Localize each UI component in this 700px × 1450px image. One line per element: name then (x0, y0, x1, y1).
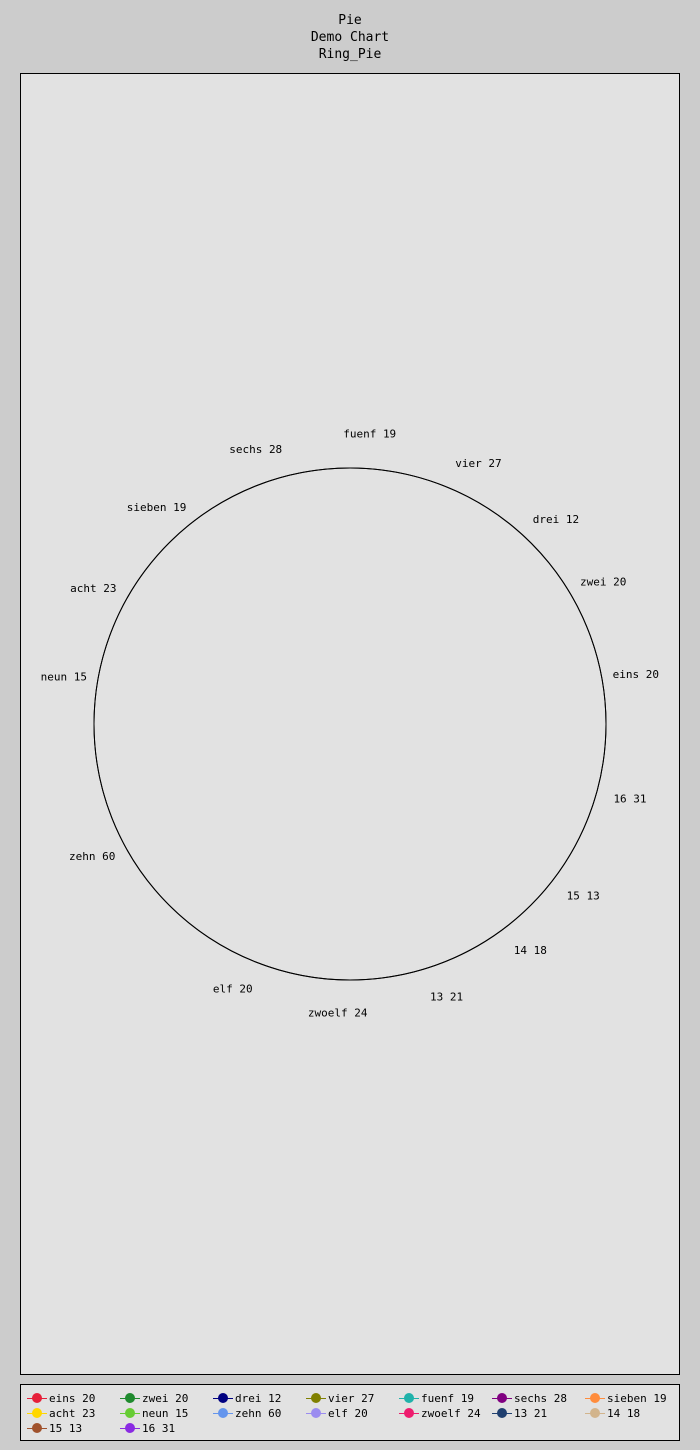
legend-item-eins: eins 20 (27, 1391, 95, 1406)
slice-label-zehn: zehn 60 (69, 850, 115, 863)
pie-slice-zehn (93, 715, 209, 938)
legend-item-neun: neun 15 (120, 1406, 188, 1421)
legend-marker-icon (492, 1391, 512, 1406)
pie-slice-14 (476, 897, 539, 947)
legend-marker-icon (585, 1406, 605, 1421)
legend-label: fuenf 19 (421, 1392, 474, 1405)
legend-label: zehn 60 (235, 1407, 282, 1420)
legend-item-drei: drei 12 (213, 1391, 281, 1406)
legend-item-14: 14 18 (585, 1406, 640, 1421)
legend-label: eins 20 (49, 1392, 96, 1405)
legend-label: 16 31 (142, 1422, 176, 1435)
pie-slice-elf (208, 936, 288, 973)
legend-label: vier 27 (328, 1392, 375, 1405)
slice-label-sieben: sieben 19 (127, 501, 187, 514)
pie-slice-sechs (211, 468, 327, 509)
chart-page: Pie Demo Chart Ring_Pie eins 20 zwei 20 dr… (0, 0, 700, 1450)
slice-label-13: 13 21 (430, 990, 463, 1003)
legend: eins 20 zwei 20 drei 12 vier 27 fuenf 19 sech… (20, 1384, 680, 1441)
slice-label-vier: vier 27 (455, 457, 501, 470)
pie-slice-acht (104, 562, 152, 652)
pie-slice-fuenf (326, 467, 409, 476)
legend-marker-icon (27, 1421, 47, 1436)
slice-label-zwei: zwei 20 (580, 576, 626, 589)
legend-label: zwoelf 24 (421, 1407, 481, 1420)
slice-label-15: 15 13 (567, 889, 600, 902)
legend-marker-icon (213, 1406, 233, 1421)
legend-label: elf 20 (328, 1407, 368, 1420)
legend-label: zwei 20 (142, 1392, 189, 1405)
legend-item-zwei: zwei 20 (120, 1391, 188, 1406)
legend-marker-icon (399, 1391, 419, 1406)
plot-area: eins 20 zwei 20 drei 12 vier 27 fuenf 19 sech… (20, 73, 680, 1375)
chart-title: Pie (338, 13, 362, 28)
pie-slice-drei (512, 525, 550, 564)
legend-item-vier: vier 27 (306, 1391, 374, 1406)
legend-item-13: 13 21 (492, 1406, 547, 1421)
slice-label-fuenf: fuenf 19 (343, 428, 396, 441)
legend-marker-icon (585, 1391, 605, 1406)
legend-label: drei 12 (235, 1392, 282, 1405)
pie-slice-13 (391, 945, 477, 978)
legend-marker-icon (306, 1391, 326, 1406)
legend-label: 14 18 (607, 1407, 641, 1420)
pie-slice-neun (93, 650, 106, 716)
legend-marker-icon (306, 1406, 326, 1421)
legend-item-sechs: sechs 28 (492, 1391, 567, 1406)
legend-item-15: 15 13 (27, 1421, 82, 1436)
slice-label-neun: neun 15 (41, 670, 87, 683)
legend-marker-icon (120, 1421, 140, 1436)
pie-slice-zwoelf (287, 971, 392, 981)
legend-item-acht: acht 23 (27, 1406, 95, 1421)
legend-item-sieben: sieben 19 (585, 1391, 667, 1406)
legend-marker-icon (120, 1391, 140, 1406)
pie-slice-zwei (548, 562, 592, 639)
legend-marker-icon (27, 1391, 47, 1406)
pie-slice-eins (590, 638, 607, 725)
legend-marker-icon (492, 1406, 512, 1421)
slice-label-drei: drei 12 (533, 513, 579, 526)
pie-slice-vier (408, 474, 513, 527)
legend-marker-icon (399, 1406, 419, 1421)
legend-label: neun 15 (142, 1407, 189, 1420)
slice-label-acht: acht 23 (70, 582, 116, 595)
legend-label: acht 23 (49, 1407, 96, 1420)
legend-item-zehn: zehn 60 (213, 1406, 281, 1421)
legend-label: sieben 19 (607, 1392, 667, 1405)
legend-item-elf: elf 20 (306, 1406, 368, 1421)
slice-label-elf: elf 20 (213, 982, 253, 995)
slice-label-14: 14 18 (514, 944, 547, 957)
chart-subtitle-2: Ring_Pie (318, 47, 382, 62)
pie-ring (93, 467, 607, 981)
pie-chart: eins 20 zwei 20 drei 12 vier 27 fuenf 19 sech… (41, 428, 659, 1020)
legend-label: 15 13 (49, 1422, 83, 1435)
slice-label-16: 16 31 (613, 793, 646, 806)
legend-marker-icon (27, 1406, 47, 1421)
legend-label: sechs 28 (514, 1392, 567, 1405)
legend-marker-icon (213, 1391, 233, 1406)
slice-label-zwoelf: zwoelf 24 (308, 1007, 368, 1020)
chart-subtitle-1: Demo Chart (310, 30, 390, 45)
legend-label: 13 21 (514, 1407, 548, 1420)
legend-item-fuenf: fuenf 19 (399, 1391, 474, 1406)
slice-label-sechs: sechs 28 (229, 443, 282, 456)
pie-slice-16 (570, 723, 607, 853)
legend-marker-icon (120, 1406, 140, 1421)
slice-label-eins: eins 20 (613, 668, 659, 681)
legend-item-16: 16 31 (120, 1421, 175, 1436)
pie-slice-sieben (150, 507, 213, 564)
legend-item-zwoelf: zwoelf 24 (399, 1406, 481, 1421)
